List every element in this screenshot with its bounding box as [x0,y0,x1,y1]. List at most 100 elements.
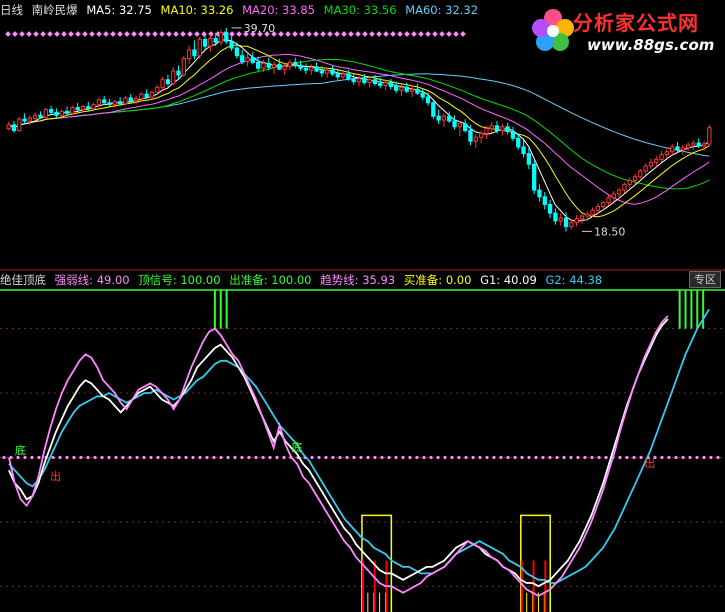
trend-value: 35.93 [362,273,396,287]
candle-body [234,47,240,57]
candle-body [22,118,27,122]
level-dot [674,455,678,460]
signal-dot [369,31,375,37]
signal-dot [159,31,165,37]
candle-body [574,218,579,224]
level-dot [513,455,517,460]
signal-dot [432,31,438,37]
level-dot [492,455,496,460]
price-panel: 39.70 18.50 [0,22,725,271]
level-dot [317,455,321,460]
signal-dot [180,31,186,37]
candle-body [224,32,229,42]
candle-body [601,202,606,207]
level-dot [457,455,461,460]
candle-body [287,61,293,67]
level-dot [443,455,447,460]
level-dot [408,455,412,460]
level-dot [534,455,538,460]
candle-body [102,99,107,104]
level-dot [359,455,363,460]
candle-body [563,217,569,228]
level-dot [569,455,573,460]
g2-legend: G2: 44.38 [545,273,602,287]
candle-body [516,137,521,148]
signal-dot [313,31,319,37]
level-dot [128,455,132,460]
level-dot [709,455,713,460]
candle-body [208,37,213,47]
signal-dot [299,31,305,37]
candle-body [685,144,691,149]
level-dot [282,455,286,460]
candle-body [346,73,351,80]
level-dot [2,455,6,460]
level-dot [163,455,167,460]
candle-body [675,146,680,151]
level-dot [373,455,377,460]
candle-body [553,212,558,222]
level-dot [604,455,608,460]
candle-body [213,37,218,43]
candle-body [298,64,303,69]
signal-dot [327,31,333,37]
signal-dot [138,31,144,37]
level-dot [51,455,55,460]
level-dot [205,455,209,460]
signal-dot [411,31,417,37]
level-dot [422,455,426,460]
candle-body [659,154,664,160]
candle-body [388,82,393,87]
candle-body [664,151,670,156]
signal-marker: 出 [644,456,655,470]
trend-legend: 趋势线: 35.93 [320,273,395,287]
series-g2-line [8,308,710,584]
candle-body [80,106,86,110]
signal-dot [306,31,312,37]
signal-dot [453,31,459,37]
level-dot [541,455,545,460]
trend-label: 趋势线: [320,273,359,287]
signal-dot [278,31,284,37]
level-dot [625,455,629,460]
signal-dot [173,31,179,37]
level-dot [485,455,489,460]
level-dot [436,455,440,460]
candle-body [372,79,378,85]
candle-body [123,97,128,105]
level-dot [352,455,356,460]
zoom-button[interactable]: 专区 [689,271,721,288]
candle-body [590,209,595,215]
level-dot [450,455,454,460]
candle-body [654,158,659,163]
level-dot [471,455,475,460]
candle-body [707,127,712,145]
strength-label: 强弱线: [54,273,94,287]
level-dot [79,455,83,460]
candle-body [64,110,70,114]
level-dot [310,455,314,460]
candle-body [181,58,186,76]
candle-body [510,131,516,139]
level-dot [338,455,342,460]
exit-prep-legend: 出准备: 100.00 [229,273,311,287]
signal-dot [68,31,74,37]
candle-body [11,124,17,132]
level-dot [429,455,433,460]
candle-body [367,79,372,84]
candle-body [463,123,468,132]
level-dot [464,455,468,460]
signal-dot [82,31,88,37]
signal-dot [166,31,172,37]
candle-body [6,124,11,130]
signal-dot [187,31,193,37]
candle-body [537,189,542,198]
candle-body [505,126,510,133]
exit-prep-label: 出准备: [229,273,268,287]
candle-body [303,67,309,71]
candle-body [86,106,91,110]
candle-body [521,146,526,155]
candle-body [632,176,638,182]
strength-value: 49.00 [96,273,130,287]
candle-body [579,215,585,220]
